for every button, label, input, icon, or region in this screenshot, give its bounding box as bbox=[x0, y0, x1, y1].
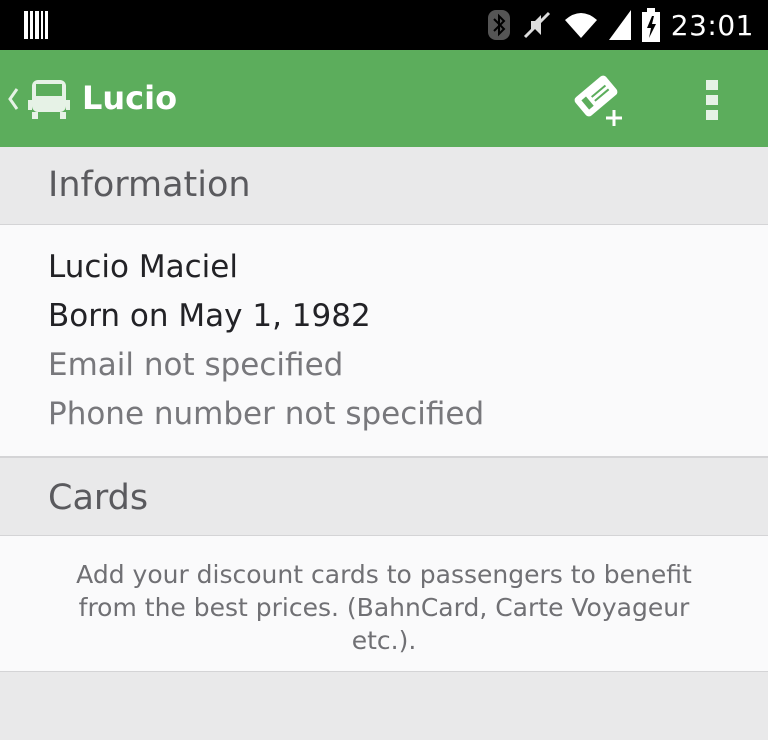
cards-header-label: Cards bbox=[48, 478, 149, 518]
barcode-icon bbox=[24, 11, 48, 39]
train-icon bbox=[28, 79, 70, 119]
cards-hint-text: Add your discount cards to passengers to… bbox=[76, 560, 692, 655]
overflow-menu-icon bbox=[706, 80, 718, 120]
information-section-header: Information bbox=[0, 147, 768, 225]
battery-charging-icon bbox=[641, 8, 660, 42]
phone-value: Phone number not specified bbox=[48, 396, 485, 432]
birth-date: Born on May 1, 1982 bbox=[48, 298, 371, 334]
bluetooth-icon bbox=[487, 10, 510, 40]
cards-section-header: Cards bbox=[0, 456, 768, 536]
mute-icon bbox=[523, 11, 550, 39]
passenger-name: Lucio Maciel bbox=[48, 249, 238, 285]
information-block: Lucio Maciel Born on May 1, 1982 Email n… bbox=[0, 225, 768, 456]
screen-title: Lucio bbox=[82, 79, 178, 117]
chevron-left-icon bbox=[8, 87, 19, 110]
signal-icon bbox=[608, 10, 631, 40]
action-bar: Lucio bbox=[0, 50, 768, 147]
add-card-icon bbox=[574, 75, 622, 126]
cards-block[interactable]: Add your discount cards to passengers to… bbox=[0, 536, 768, 672]
email-value: Email not specified bbox=[48, 347, 344, 383]
status-bar: 23:01 bbox=[0, 0, 768, 50]
add-card-button[interactable] bbox=[572, 72, 628, 128]
wifi-icon bbox=[564, 13, 597, 38]
status-icons: 23:01 bbox=[487, 0, 754, 50]
overflow-menu-button[interactable] bbox=[692, 72, 732, 128]
information-header-label: Information bbox=[48, 165, 251, 205]
up-navigation-button[interactable] bbox=[6, 50, 72, 147]
clock: 23:01 bbox=[670, 8, 754, 42]
